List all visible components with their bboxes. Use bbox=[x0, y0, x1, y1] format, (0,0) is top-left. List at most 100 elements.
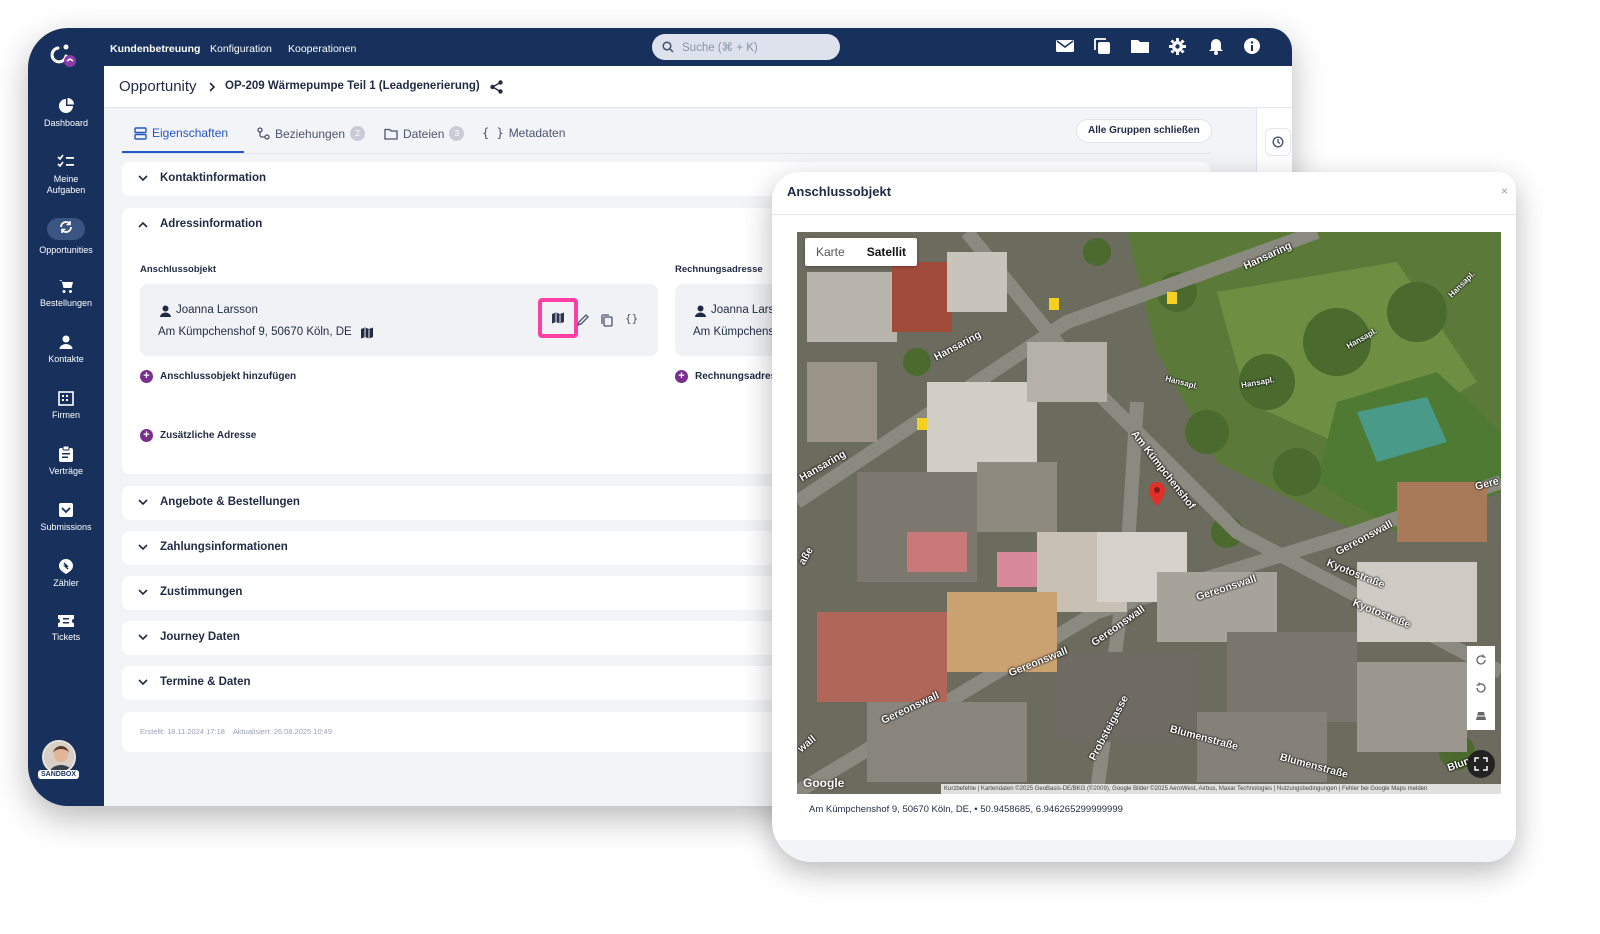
sidebar-item-kontakte[interactable]: Kontakte bbox=[28, 334, 104, 365]
clipboard-icon bbox=[59, 446, 73, 462]
contact-name: Joanna Larsson bbox=[176, 304, 258, 316]
close-icon[interactable]: × bbox=[1501, 184, 1508, 198]
mail-icon[interactable] bbox=[1056, 38, 1074, 54]
sidebar-item-bestellungen[interactable]: Bestellungen bbox=[28, 278, 104, 309]
rotate-ccw-button[interactable] bbox=[1467, 674, 1495, 702]
copy-icon[interactable] bbox=[601, 314, 613, 327]
sidebar-item-label: Meine Aufgaben bbox=[46, 174, 86, 195]
created-updated-text: Erstellt: 18.11.2024 17:18 Aktualisiert:… bbox=[140, 727, 333, 736]
bell-icon[interactable] bbox=[1208, 38, 1224, 55]
compass-button[interactable] bbox=[1467, 750, 1495, 778]
meter-icon bbox=[59, 559, 73, 574]
section-label-anschlussobjekt: Anschlussobjekt bbox=[140, 264, 217, 275]
map-attribution[interactable]: Kurzbefehle | Kartendaten ©2025 GeoBasis… bbox=[941, 784, 1501, 794]
chevron-up-icon[interactable] bbox=[138, 221, 148, 228]
group-title[interactable]: Adressinformation bbox=[160, 218, 262, 230]
address-street: Am Kümpchenshof 9, 50670 Köln, DE bbox=[158, 326, 352, 338]
rotate-cw-icon bbox=[1476, 654, 1486, 665]
sidebar-item-zaehler[interactable]: Zähler bbox=[28, 558, 104, 589]
refresh-cycle-icon bbox=[60, 221, 72, 233]
person-icon bbox=[695, 305, 706, 317]
group-title: Kontaktinformation bbox=[160, 172, 267, 184]
google-logo: Google bbox=[803, 776, 845, 790]
topbar: Kundenbetreuung Konfiguration Kooperatio… bbox=[104, 28, 1292, 66]
properties-icon bbox=[134, 126, 147, 140]
chevron-down-icon bbox=[138, 544, 148, 551]
tab-eigenschaften[interactable]: Eigenschaften bbox=[134, 126, 228, 140]
tab-metadaten[interactable]: { } Metadaten bbox=[482, 126, 565, 140]
rotate-cw-button[interactable] bbox=[1467, 646, 1495, 674]
add-extra-address-button[interactable]: + Zusätzliche Adresse bbox=[140, 429, 256, 442]
modal-footer bbox=[772, 840, 1516, 862]
ticket-icon bbox=[58, 615, 74, 627]
nav-kooperationen[interactable]: Kooperationen bbox=[288, 43, 356, 55]
sidebar-item-dashboard[interactable]: Dashboard bbox=[28, 98, 104, 129]
map-icon bbox=[361, 327, 373, 339]
group-title: Termine & Daten bbox=[160, 676, 251, 688]
close-all-groups-button[interactable]: Alle Gruppen schließen bbox=[1076, 119, 1212, 143]
add-billing-address-label: Rechnungsadres bbox=[695, 371, 777, 382]
copy-stack-icon[interactable] bbox=[1094, 38, 1111, 55]
braces-icon: { } bbox=[482, 126, 504, 140]
group-title: Angebote & Bestellungen bbox=[160, 496, 300, 508]
sandbox-badge: SANDBOX bbox=[38, 770, 80, 779]
tab-dateien[interactable]: Dateien 3 bbox=[384, 126, 465, 141]
chevron-right-icon bbox=[209, 82, 216, 92]
rotate-ccw-icon bbox=[1476, 682, 1486, 693]
map-tab-satellit[interactable]: Satellit bbox=[856, 238, 917, 266]
pencil-icon[interactable] bbox=[577, 314, 589, 326]
avatar[interactable] bbox=[42, 740, 76, 774]
sidebar-item-label: Submissions bbox=[40, 522, 92, 532]
group-title: Zustimmungen bbox=[160, 586, 243, 598]
tab-count: 2 bbox=[350, 126, 366, 141]
sidebar-item-vertraege[interactable]: Verträge bbox=[28, 446, 104, 477]
sidebar-item-firmen[interactable]: Firmen bbox=[28, 390, 104, 421]
building-icon bbox=[58, 391, 74, 406]
sidebar-item-meine-aufgaben[interactable]: Meine Aufgaben bbox=[28, 154, 104, 196]
tab-label: Eigenschaften bbox=[152, 126, 229, 140]
chevron-down-icon bbox=[138, 679, 148, 686]
sidebar-item-label: Zähler bbox=[53, 578, 79, 588]
nav-konfiguration[interactable]: Konfiguration bbox=[210, 43, 272, 55]
sidebar-item-label: Kontakte bbox=[48, 354, 84, 364]
search-input[interactable]: Suche (⌘ + K) bbox=[652, 34, 840, 60]
sidebar-item-label: Bestellungen bbox=[39, 298, 93, 308]
info-icon[interactable] bbox=[1244, 38, 1260, 54]
tab-label: Beziehungen bbox=[275, 126, 346, 141]
tilt-icon bbox=[1476, 712, 1486, 720]
tab-beziehungen[interactable]: Beziehungen 2 bbox=[257, 126, 366, 141]
sidebar-item-tickets[interactable]: Tickets bbox=[28, 614, 104, 643]
folder-icon[interactable] bbox=[1131, 38, 1149, 54]
history-button[interactable] bbox=[1265, 128, 1291, 156]
sidebar-item-submissions[interactable]: Submissions bbox=[28, 502, 104, 533]
share-icon[interactable] bbox=[490, 80, 503, 94]
map-tab-karte[interactable]: Karte bbox=[805, 238, 856, 266]
map-icon bbox=[552, 312, 564, 324]
group-title: Journey Daten bbox=[160, 631, 240, 643]
add-billing-address-button[interactable]: + Rechnungsadres bbox=[675, 370, 776, 383]
add-anschlussobjekt-button[interactable]: + Anschlussobjekt hinzufügen bbox=[140, 370, 296, 383]
app-logo[interactable] bbox=[46, 40, 86, 80]
braces-icon[interactable]: {} bbox=[625, 312, 638, 325]
tilt-button[interactable] bbox=[1467, 702, 1495, 730]
open-map-button[interactable] bbox=[538, 298, 578, 338]
satellite-map[interactable]: Hansaring Hansaring Hansaring Hansapl. H… bbox=[797, 232, 1501, 794]
add-extra-address-label: Zusätzliche Adresse bbox=[160, 430, 257, 441]
modal-divider bbox=[772, 214, 1516, 215]
tab-count: 3 bbox=[449, 126, 465, 141]
plus-icon: + bbox=[140, 370, 153, 383]
map-type-toggle: Karte Satellit bbox=[805, 238, 918, 266]
nav-kundenbetreuung[interactable]: Kundenbetreuung bbox=[110, 43, 200, 55]
sidebar-item-opportunities[interactable]: Opportunities bbox=[28, 218, 104, 256]
active-tab-indicator bbox=[122, 151, 244, 153]
chevron-down-icon bbox=[138, 589, 148, 596]
plus-icon: + bbox=[675, 370, 688, 383]
gear-icon[interactable] bbox=[1169, 38, 1186, 55]
breadcrumb-current: OP-209 Wärmepumpe Teil 1 (Leadgenerierun… bbox=[225, 80, 480, 92]
chevron-down-icon bbox=[138, 499, 148, 506]
folder-outline-icon bbox=[384, 128, 398, 140]
billing-street: Am Kümpchens bbox=[693, 326, 775, 338]
task-list-icon bbox=[57, 154, 74, 168]
breadcrumb-root[interactable]: Opportunity bbox=[119, 78, 197, 95]
sidebar-item-label: Verträge bbox=[48, 466, 84, 476]
